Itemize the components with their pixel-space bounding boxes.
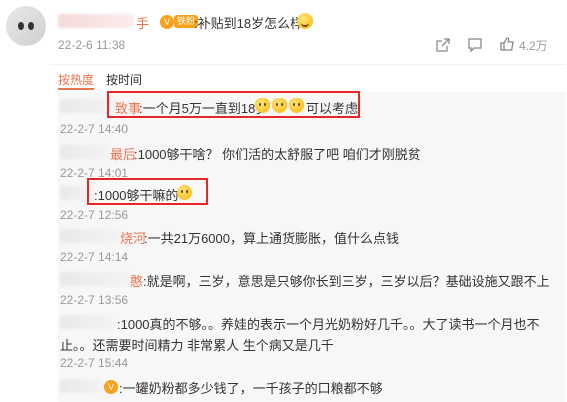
comment-icon [468,38,482,53]
comment-timestamp[interactable]: 22-2-7 13:56 [60,293,128,307]
tab-by-time[interactable]: 按时间 [106,71,142,88]
comment-text: :1000够干啥？ 你们活的太舒服了吧 咱们才刚脱贫 [134,147,421,162]
comment-text: :一共21万6000，算上通货膨胀，值什么点钱 [144,231,399,246]
header-divider [50,64,566,65]
highlight-box [107,91,360,118]
comment-author-name[interactable]: 最后 [110,144,136,163]
comment-text: :一罐奶粉都多少钱了，一千孩子的口粮都不够 [119,381,383,396]
comment-author-name[interactable]: 憨 [130,271,143,290]
like-count: 4.2万 [519,39,548,53]
post-author-name[interactable]: 手 [136,13,149,32]
comment-timestamp[interactable]: 22-2-7 12:56 [60,208,128,222]
highlight-box [87,178,208,205]
post-author-name-redacted[interactable] [58,14,134,28]
comment-list [58,92,566,402]
post-author-avatar[interactable] [6,6,46,46]
like-button[interactable] [499,36,515,52]
comment-text-line2: 止。。还需要时间精力 非常累人 生个病又是几千 [60,338,334,353]
comment-author-redacted[interactable] [60,379,102,393]
comment-author-redacted[interactable] [60,229,120,243]
comment-timestamp[interactable]: 22-2-7 15:44 [60,356,128,370]
tab-by-hot[interactable]: 按热度 [58,71,94,88]
tab-active-underline [58,88,94,90]
post-author-fan-badge: V 铁粉 [160,13,199,31]
post-text: :补贴到18岁怎么样 [194,16,304,31]
smile-emoji-icon [297,13,313,29]
like-icon [500,37,514,51]
comment-text: :就是啊，三岁，意思是只够你长到三岁，三岁以后？基础设施又跟不上 [143,274,550,289]
share-icon [436,38,450,52]
comment-author-redacted[interactable] [60,315,114,329]
comment-timestamp[interactable]: 22-2-7 14:14 [60,250,128,264]
share-button[interactable] [435,37,451,53]
comment-author-name[interactable]: 烧河 [120,228,146,247]
comment-button[interactable] [467,37,483,53]
post-timestamp[interactable]: 22-2-6 11:38 [58,38,125,52]
comment-timestamp[interactable]: 22-2-7 14:40 [60,122,128,136]
comment-author-redacted[interactable] [60,272,130,286]
comment-author-redacted[interactable] [60,145,110,159]
comment-text: :1000真的不够。。养娃的表示一个月光奶粉好几千。。大了读书一个月也不 [117,317,540,332]
vip-icon: V [104,378,118,396]
vip-icon: V [160,14,174,29]
